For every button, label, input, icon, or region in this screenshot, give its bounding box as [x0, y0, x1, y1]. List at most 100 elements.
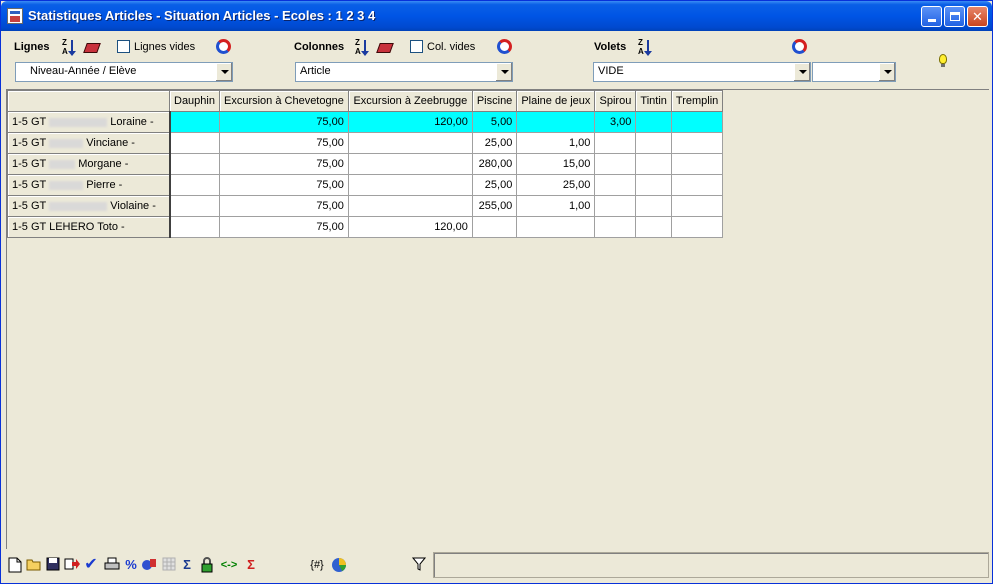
lignes-vides-checkbox[interactable] — [117, 40, 130, 53]
column-header[interactable]: Spirou — [594, 90, 637, 112]
row-header[interactable]: 1-5 GT Violaine - — [7, 195, 171, 217]
pie-icon[interactable] — [331, 557, 347, 573]
lignes-sort-button[interactable]: Z A — [62, 39, 78, 57]
row-header[interactable]: 1-5 GT Vinciane - — [7, 132, 171, 154]
sum-icon[interactable]: Σ — [179, 557, 195, 573]
column-header[interactable]: Excursion à Zeebrugge — [347, 90, 473, 112]
table-cell[interactable] — [169, 216, 220, 238]
column-header[interactable]: Plaine de jeux — [516, 90, 596, 112]
table-cell[interactable]: 120,00 — [347, 111, 473, 133]
app-icon[interactable] — [7, 8, 23, 24]
table-cell[interactable] — [516, 111, 596, 133]
column-header[interactable]: Tremplin — [670, 90, 724, 112]
table-cell[interactable] — [670, 174, 724, 196]
percent-icon[interactable]: % — [123, 557, 139, 573]
table-row[interactable]: 1-5 GT Morgane - 75,00 280,00 15,00 — [7, 153, 724, 175]
grid-icon[interactable] — [161, 557, 177, 573]
filter-icon[interactable] — [411, 557, 427, 573]
volets-sort-button[interactable]: Z A — [638, 39, 654, 57]
table-cell[interactable] — [635, 195, 672, 217]
volets-refresh-icon[interactable] — [792, 39, 807, 54]
table-cell[interactable]: 3,00 — [594, 111, 637, 133]
table-cell[interactable] — [516, 216, 596, 238]
row-header[interactable]: 1-5 GT LEHERO Toto - — [7, 216, 171, 238]
maximize-button[interactable] — [944, 6, 965, 27]
table-row[interactable]: 1-5 GT Pierre - 75,00 25,00 25,00 — [7, 174, 724, 196]
table-cell[interactable] — [594, 216, 637, 238]
table-row[interactable]: 1-5 GT Loraine - 75,00 120,00 5,00 3,00 — [7, 111, 724, 133]
table-cell[interactable]: 120,00 — [347, 216, 473, 238]
table-row[interactable]: 1-5 GT Violaine - 75,00 255,00 1,00 — [7, 195, 724, 217]
table-cell[interactable]: 1,00 — [516, 132, 596, 154]
table-cell[interactable]: 25,00 — [471, 132, 518, 154]
swap-icon[interactable]: <-> — [217, 557, 241, 573]
format-icon[interactable]: {#} — [307, 557, 327, 573]
volets-select-2[interactable] — [812, 62, 896, 82]
table-cell[interactable]: 5,00 — [471, 111, 518, 133]
chevron-down-icon[interactable] — [215, 63, 232, 81]
export-icon[interactable] — [64, 557, 80, 573]
chevron-down-icon[interactable] — [793, 63, 810, 81]
table-cell[interactable] — [670, 216, 724, 238]
table-cell[interactable] — [169, 195, 220, 217]
close-button[interactable]: ✕ — [967, 6, 988, 27]
table-row[interactable]: 1-5 GT Vinciane - 75,00 25,00 1,00 — [7, 132, 724, 154]
table-cell[interactable]: 255,00 — [471, 195, 518, 217]
row-header[interactable]: 1-5 GT Pierre - — [7, 174, 171, 196]
lightbulb-icon[interactable] — [939, 54, 947, 67]
table-cell[interactable] — [670, 111, 724, 133]
table-cell[interactable] — [670, 132, 724, 154]
column-header[interactable]: Dauphin — [169, 90, 220, 112]
corner-header[interactable] — [7, 90, 170, 112]
colonnes-refresh-icon[interactable] — [497, 39, 512, 54]
column-header[interactable]: Excursion à Chevetogne — [218, 90, 349, 112]
row-header[interactable]: 1-5 GT Loraine - — [7, 111, 171, 133]
table-cell[interactable]: 75,00 — [218, 216, 349, 238]
lock-icon[interactable] — [199, 557, 215, 573]
lignes-eraser-icon[interactable] — [83, 41, 99, 53]
table-cell[interactable] — [347, 132, 473, 154]
lignes-refresh-icon[interactable] — [216, 39, 231, 54]
table-cell[interactable] — [635, 174, 672, 196]
table-cell[interactable] — [635, 216, 672, 238]
row-header[interactable]: 1-5 GT Morgane - — [7, 153, 171, 175]
chart-icon[interactable] — [141, 557, 157, 573]
table-cell[interactable]: 25,00 — [471, 174, 518, 196]
col-vides-checkbox[interactable] — [410, 40, 423, 53]
sum-red-icon[interactable]: Σ — [243, 557, 259, 573]
table-cell[interactable] — [347, 174, 473, 196]
colonnes-select[interactable]: Article — [295, 62, 513, 82]
table-cell[interactable] — [169, 111, 220, 133]
check-icon[interactable]: ✔ — [83, 557, 99, 573]
table-cell[interactable]: 75,00 — [218, 195, 349, 217]
chevron-down-icon[interactable] — [878, 63, 895, 81]
column-header[interactable]: Piscine — [471, 90, 518, 112]
column-header[interactable]: Tintin — [635, 90, 672, 112]
colonnes-eraser-icon[interactable] — [376, 41, 392, 53]
title-bar[interactable]: Statistiques Articles - Situation Articl… — [1, 1, 992, 31]
table-cell[interactable] — [594, 132, 637, 154]
table-cell[interactable] — [635, 153, 672, 175]
chevron-down-icon[interactable] — [495, 63, 512, 81]
table-cell[interactable]: 15,00 — [516, 153, 596, 175]
table-cell[interactable] — [347, 153, 473, 175]
table-cell[interactable] — [635, 111, 672, 133]
table-cell[interactable]: 75,00 — [218, 153, 349, 175]
table-cell[interactable] — [169, 174, 220, 196]
open-folder-icon[interactable] — [26, 557, 42, 573]
table-cell[interactable] — [169, 132, 220, 154]
table-cell[interactable] — [169, 153, 220, 175]
table-cell[interactable] — [347, 195, 473, 217]
table-cell[interactable] — [594, 174, 637, 196]
table-cell[interactable]: 1,00 — [516, 195, 596, 217]
table-cell[interactable] — [594, 195, 637, 217]
volets-select[interactable]: VIDE — [593, 62, 811, 82]
data-grid[interactable]: Dauphin Excursion à Chevetogne Excursion à… — [6, 89, 989, 549]
table-cell[interactable] — [471, 216, 518, 238]
minimize-button[interactable] — [921, 6, 942, 27]
table-cell[interactable]: 75,00 — [218, 174, 349, 196]
save-icon[interactable] — [45, 557, 61, 573]
table-cell[interactable] — [670, 195, 724, 217]
print-icon[interactable] — [104, 557, 120, 573]
table-cell[interactable] — [635, 132, 672, 154]
